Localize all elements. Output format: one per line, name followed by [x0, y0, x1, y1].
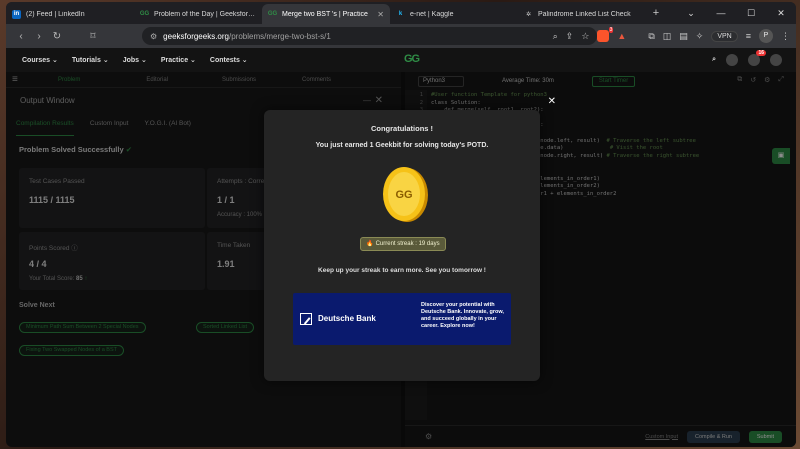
url-path: /problems/merge-two-bst-s/1 [229, 31, 331, 41]
address-bar: ‹ › ↻ ⌑ ⚙ geeksforgeeks.org/problems/mer… [6, 24, 796, 48]
profile-avatar[interactable]: P [759, 29, 773, 43]
sidebar-icon[interactable]: ▤ [679, 31, 688, 42]
site-nav: Courses ⌄ Tutorials ⌄ Jobs ⌄ Practice ⌄ … [22, 56, 248, 64]
user-avatar[interactable] [770, 54, 782, 66]
more-icon[interactable]: ⋮ [781, 31, 790, 42]
menu-icon[interactable]: ≡ [746, 31, 751, 41]
tab-kaggle[interactable]: k e-net | Kaggle [390, 4, 518, 24]
url-host: geeksforgeeks.org [163, 31, 229, 41]
reload-button[interactable]: ↻ [48, 31, 66, 42]
chatgpt-icon: ✲ [525, 11, 532, 18]
nav-tutorials[interactable]: Tutorials ⌄ [72, 56, 109, 64]
nav-jobs[interactable]: Jobs ⌄ [123, 56, 147, 64]
tab-merge-bst[interactable]: GG Merge two BST 's | Practice ✕ [262, 4, 390, 24]
bookmark-icon[interactable]: ⌑ [84, 31, 102, 42]
new-tab-button[interactable]: + [646, 7, 666, 19]
gfg-icon: GG [267, 11, 278, 17]
extensions-icon[interactable]: ⧉ [648, 31, 654, 42]
tab-label: Problem of the Day | GeeksforGe [154, 10, 256, 18]
url-field[interactable]: ⚙ geeksforgeeks.org/problems/merge-two-b… [142, 27, 597, 45]
ad-text: Discover your potential with Deutsche Ba… [421, 302, 504, 329]
forward-button[interactable]: › [30, 31, 48, 42]
tab-chatgpt[interactable]: ✲ Palindrome Linked List Check [518, 4, 646, 24]
vpn-button[interactable]: VPN [711, 30, 738, 42]
back-button[interactable]: ‹ [12, 31, 30, 42]
theme-toggle-icon[interactable] [726, 54, 738, 66]
fire-icon: 🔥 [366, 241, 374, 247]
tab-label: Merge two BST 's | Practice [282, 10, 368, 18]
brave-count: 3 [608, 27, 614, 33]
deutsche-bank-logo-icon [300, 313, 312, 325]
linkedin-icon: in [12, 9, 21, 19]
deutsche-bank-ad[interactable]: Deutsche Bank Discover your potential wi… [293, 293, 511, 345]
modal-title: Congratulations ! [370, 124, 434, 133]
close-modal-icon[interactable]: ✕ [548, 96, 556, 107]
tab-label: Palindrome Linked List Check [538, 10, 631, 18]
ad-brand: Deutsche Bank [318, 314, 376, 323]
wallet-icon[interactable]: ◫ [663, 31, 672, 42]
notification-count: 16 [756, 50, 766, 56]
coin-logo: GG [395, 189, 412, 201]
keep-up-message: Keep up your streak to earn more. See yo… [318, 267, 486, 274]
maximize-button[interactable]: ☐ [736, 2, 766, 24]
kaggle-icon: k [398, 11, 403, 17]
gfg-logo[interactable]: GG [404, 53, 420, 65]
window-controls: ⌄ — ☐ ✕ [676, 2, 796, 24]
site-info-icon[interactable]: ⚙ [150, 32, 157, 41]
browser-actions: ⌕ ⇪ ☆ 3 ▲ ⧉ ◫ ▤ ✧ VPN ≡ P ⋮ [553, 27, 790, 43]
brave-rewards-icon[interactable]: ▲ [617, 31, 626, 41]
close-tab-icon[interactable]: ✕ [377, 10, 384, 19]
search-icon[interactable]: ⌕ [712, 56, 716, 64]
tab-search-icon[interactable]: ⌄ [676, 2, 706, 24]
tab-label: e-net | Kaggle [410, 10, 454, 18]
zoom-icon[interactable]: ⌕ [553, 31, 558, 42]
congrats-modal: ✕ Congratulations ! You just earned 1 Ge… [264, 96, 556, 381]
modal-message: You just earned 1 Geekbit for solving to… [315, 142, 489, 149]
bookmark-star-icon[interactable]: ☆ [581, 31, 589, 42]
nav-practice[interactable]: Practice ⌄ [161, 56, 196, 64]
tab-linkedin[interactable]: in (2) Feed | LinkedIn [6, 4, 134, 24]
close-window-button[interactable]: ✕ [766, 2, 796, 24]
nav-courses[interactable]: Courses ⌄ [22, 56, 58, 64]
leo-icon[interactable]: ✧ [696, 31, 704, 42]
header-actions: ⌕ 16 [712, 50, 782, 66]
tab-strip: in (2) Feed | LinkedIn GG Problem of the… [6, 2, 796, 24]
streak-badge: 🔥 Current streak : 19 days [360, 237, 446, 251]
brave-shields-icon[interactable]: 3 [597, 27, 614, 42]
minimize-button[interactable]: — [706, 2, 736, 24]
notification-icon[interactable]: 16 [748, 50, 766, 66]
tab-gfg-potd[interactable]: GG Problem of the Day | GeeksforGe [134, 4, 262, 24]
site-header: Courses ⌄ Tutorials ⌄ Jobs ⌄ Practice ⌄ … [6, 48, 796, 72]
browser-window: in (2) Feed | LinkedIn GG Problem of the… [6, 2, 796, 447]
streak-text: Current streak : 19 days [375, 241, 440, 247]
tab-label: (2) Feed | LinkedIn [26, 10, 85, 18]
nav-contests[interactable]: Contests ⌄ [210, 56, 248, 64]
gfg-icon: GG [139, 11, 150, 17]
geekbit-coin-icon: GG [383, 167, 428, 222]
share-icon[interactable]: ⇪ [566, 31, 574, 42]
